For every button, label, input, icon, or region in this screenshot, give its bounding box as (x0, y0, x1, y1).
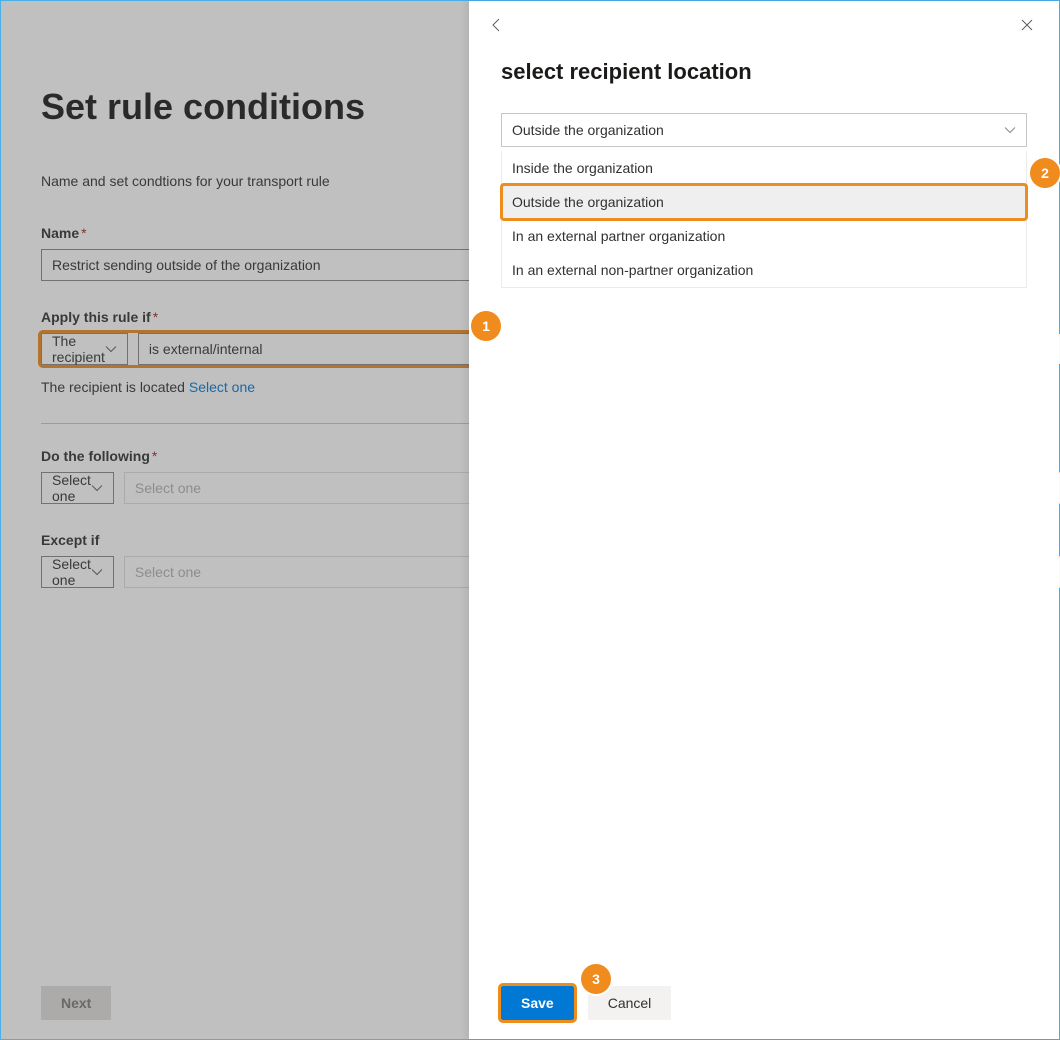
save-button[interactable]: Save (501, 986, 574, 1020)
location-option-nonpartner[interactable]: In an external non-partner organization (502, 253, 1026, 287)
location-option-outside[interactable]: Outside the organization (502, 185, 1026, 219)
side-panel-body: select recipient location Outside the or… (469, 49, 1059, 967)
location-dropdown[interactable]: Outside the organization (501, 113, 1027, 147)
step-badge-1: 1 (471, 311, 501, 341)
step-badge-2: 2 (1030, 158, 1060, 188)
location-option-partner[interactable]: In an external partner organization (502, 219, 1026, 253)
location-dropdown-list: Inside the organization Outside the orga… (501, 151, 1027, 288)
back-button[interactable] (483, 11, 511, 39)
step-badge-3: 3 (581, 964, 611, 994)
chevron-down-icon (1004, 124, 1016, 136)
location-option-inside[interactable]: Inside the organization (502, 151, 1026, 185)
side-panel-header (469, 1, 1059, 49)
side-panel: select recipient location Outside the or… (469, 1, 1059, 1039)
side-panel-footer: Save Cancel (469, 967, 1059, 1039)
location-dropdown-value: Outside the organization (512, 122, 664, 138)
side-panel-title: select recipient location (501, 59, 1027, 85)
close-button[interactable] (1013, 11, 1041, 39)
